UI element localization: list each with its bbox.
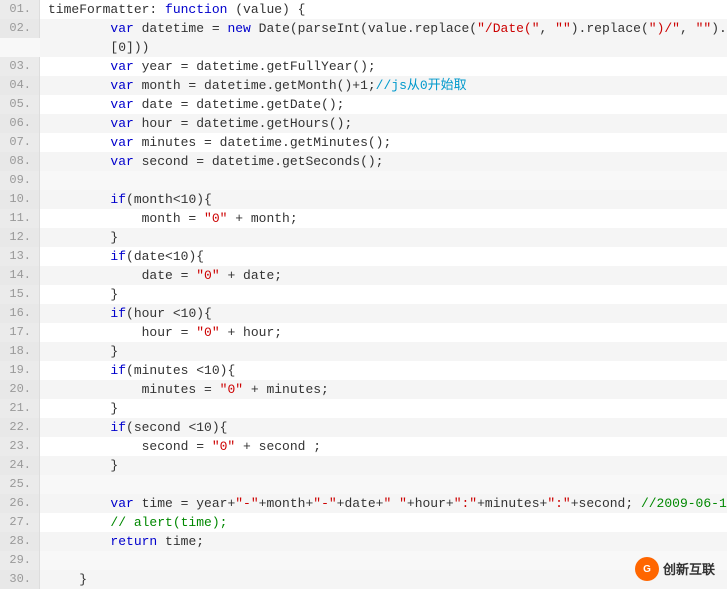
line-row: 01.timeFormatter: function (value) {	[0, 0, 727, 19]
line-content: }	[40, 228, 727, 247]
line-content: var minutes = datetime.getMinutes();	[40, 133, 727, 152]
line-number: 15.	[0, 285, 40, 304]
line-number: 11.	[0, 209, 40, 228]
line-row: 25.	[0, 475, 727, 494]
line-content: var month = datetime.getMonth()+1;//js从0…	[40, 76, 727, 95]
line-row: 07. var minutes = datetime.getMinutes();	[0, 133, 727, 152]
line-content: minutes = "0" + minutes;	[40, 380, 727, 399]
line-row: 06. var hour = datetime.getHours();	[0, 114, 727, 133]
line-content: var time = year+"-"+month+"-"+date+" "+h…	[40, 494, 727, 513]
line-content: }	[40, 342, 727, 361]
line-row: 22. if(second <10){	[0, 418, 727, 437]
code-container: 01.timeFormatter: function (value) {02. …	[0, 0, 727, 589]
line-number: 20.	[0, 380, 40, 399]
line-number: 17.	[0, 323, 40, 342]
line-row: 27. // alert(time);	[0, 513, 727, 532]
line-number: 26.	[0, 494, 40, 513]
line-number: 12.	[0, 228, 40, 247]
line-row: 29.	[0, 551, 727, 570]
line-content: timeFormatter: function (value) {	[40, 0, 727, 19]
line-number: 30.	[0, 570, 40, 589]
line-row: 19. if(minutes <10){	[0, 361, 727, 380]
line-content: if(minutes <10){	[40, 361, 727, 380]
line-number: 16.	[0, 304, 40, 323]
line-row: 30. }	[0, 570, 727, 589]
watermark-text: 创新互联	[663, 560, 715, 579]
line-number: 25.	[0, 475, 40, 494]
line-number: 08.	[0, 152, 40, 171]
line-row: 10. if(month<10){	[0, 190, 727, 209]
line-content: second = "0" + second ;	[40, 437, 727, 456]
line-number: 19.	[0, 361, 40, 380]
line-content: }	[40, 456, 727, 475]
line-number: 06.	[0, 114, 40, 133]
line-row: 09.	[0, 171, 727, 190]
line-row: 18. }	[0, 342, 727, 361]
line-number: 13.	[0, 247, 40, 266]
line-number: 18.	[0, 342, 40, 361]
code-lines: 01.timeFormatter: function (value) {02. …	[0, 0, 727, 589]
line-row: 04. var month = datetime.getMonth()+1;//…	[0, 76, 727, 95]
line-row: 12. }	[0, 228, 727, 247]
line-content: var year = datetime.getFullYear();	[40, 57, 727, 76]
line-row: 16. if(hour <10){	[0, 304, 727, 323]
line-number: 21.	[0, 399, 40, 418]
line-content: }	[40, 285, 727, 304]
line-content: hour = "0" + hour;	[40, 323, 727, 342]
line-row: 17. hour = "0" + hour;	[0, 323, 727, 342]
line-content: var date = datetime.getDate();	[40, 95, 727, 114]
line-row: 14. date = "0" + date;	[0, 266, 727, 285]
line-row: 11. month = "0" + month;	[0, 209, 727, 228]
line-content: var hour = datetime.getHours();	[40, 114, 727, 133]
line-row: 21. }	[0, 399, 727, 418]
line-content: date = "0" + date;	[40, 266, 727, 285]
line-row: 23. second = "0" + second ;	[0, 437, 727, 456]
line-number: 04.	[0, 76, 40, 95]
line-row: 03. var year = datetime.getFullYear();	[0, 57, 727, 76]
line-number: 27.	[0, 513, 40, 532]
watermark-icon: G	[635, 557, 659, 581]
line-content: return time;	[40, 532, 727, 551]
line-content: if(month<10){	[40, 190, 727, 209]
line-content: if(date<10){	[40, 247, 727, 266]
line-number: 22.	[0, 418, 40, 437]
line-content: if(hour <10){	[40, 304, 727, 323]
line-number: 09.	[0, 171, 40, 190]
line-number: 28.	[0, 532, 40, 551]
line-content: }	[40, 570, 727, 589]
line-row: 26. var time = year+"-"+month+"-"+date+"…	[0, 494, 727, 513]
line-number: 10.	[0, 190, 40, 209]
line-number: 05.	[0, 95, 40, 114]
line-row: 13. if(date<10){	[0, 247, 727, 266]
line-content: if(second <10){	[40, 418, 727, 437]
line-number: 23.	[0, 437, 40, 456]
line-row: 08. var second = datetime.getSeconds();	[0, 152, 727, 171]
line-number: 29.	[0, 551, 40, 570]
line-number: 24.	[0, 456, 40, 475]
line-number: 03.	[0, 57, 40, 76]
line-content: month = "0" + month;	[40, 209, 727, 228]
line-content: var second = datetime.getSeconds();	[40, 152, 727, 171]
watermark: G 创新互联	[635, 557, 715, 581]
line-row: 02. var datetime = new Date(parseInt(val…	[0, 19, 727, 57]
line-content: // alert(time);	[40, 513, 727, 532]
line-content: }	[40, 399, 727, 418]
line-content: var datetime = new Date(parseInt(value.r…	[40, 19, 727, 57]
line-row: 15. }	[0, 285, 727, 304]
line-number: 07.	[0, 133, 40, 152]
line-number: 14.	[0, 266, 40, 285]
line-row: 28. return time;	[0, 532, 727, 551]
line-number: 01.	[0, 0, 40, 19]
line-row: 24. }	[0, 456, 727, 475]
line-row: 20. minutes = "0" + minutes;	[0, 380, 727, 399]
line-number: 02.	[0, 19, 40, 38]
line-row: 05. var date = datetime.getDate();	[0, 95, 727, 114]
